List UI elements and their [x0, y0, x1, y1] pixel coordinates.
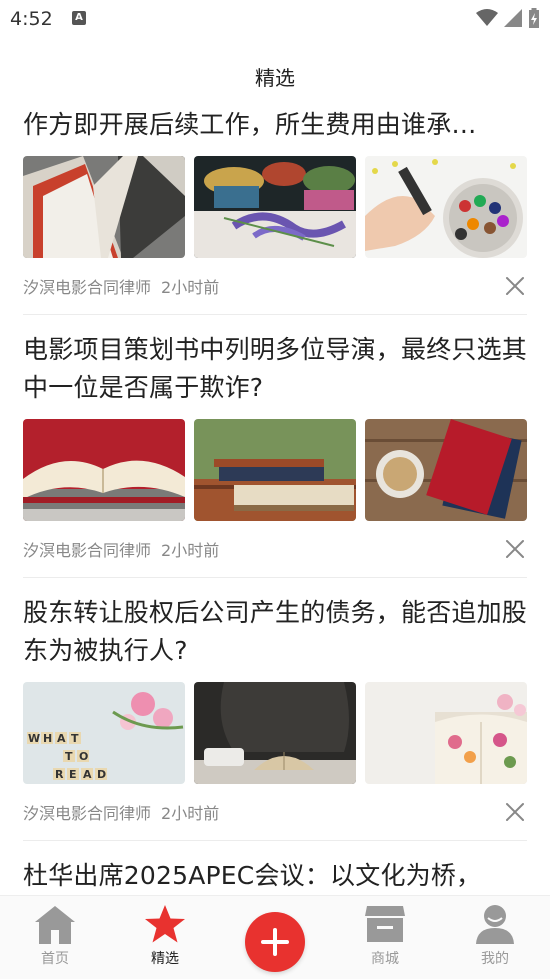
- article-card[interactable]: 杜华出席2025APEC会议：以文化为桥，: [23, 841, 527, 895]
- notebook-coffee-image: [365, 419, 527, 521]
- svg-text:R: R: [55, 768, 64, 781]
- article-time: 2小时前: [161, 804, 220, 823]
- close-icon[interactable]: [503, 537, 527, 561]
- article-author: 汐溟电影合同律师: [23, 278, 152, 297]
- article-card[interactable]: 股东转让股权后公司产生的债务，能否追加股东为被执行人? W H A T T O: [23, 578, 527, 841]
- nav-mine[interactable]: 我的: [440, 896, 550, 979]
- svg-text:T: T: [71, 732, 79, 745]
- nav-mall-label: 商城: [371, 951, 399, 967]
- nav-featured-label: 精选: [151, 951, 179, 967]
- svg-text:D: D: [97, 768, 106, 781]
- signal-icon: [504, 9, 522, 27]
- crayons-hand-image: [365, 156, 527, 258]
- article-title[interactable]: 电影项目策划书中列明多位导演，最终只选其中一位是否属于欺诈?: [23, 315, 527, 407]
- status-time: 4:52: [10, 8, 53, 30]
- floral-book-image: [365, 682, 527, 784]
- plus-icon[interactable]: [245, 912, 305, 972]
- bottom-nav: 首页 精选 商城 我的: [0, 895, 550, 979]
- books-bench-image: [194, 419, 356, 521]
- svg-text:W: W: [28, 732, 40, 745]
- svg-text:E: E: [69, 768, 77, 781]
- svg-text:H: H: [43, 732, 52, 745]
- article-title[interactable]: 股东转让股权后公司产生的债务，能否追加股东为被执行人?: [23, 578, 527, 670]
- what-to-read-tiles-image: W H A T T O R E A D: [23, 682, 185, 784]
- svg-text:A: A: [83, 768, 92, 781]
- svg-text:A: A: [57, 732, 66, 745]
- close-icon[interactable]: [503, 274, 527, 298]
- nav-add[interactable]: [220, 896, 330, 979]
- close-icon[interactable]: [503, 800, 527, 824]
- article-title[interactable]: 作方即开展后续工作，所生费用由谁承…: [23, 100, 527, 144]
- user-icon: [476, 905, 514, 944]
- nav-mine-label: 我的: [481, 951, 509, 967]
- store-icon: [365, 906, 405, 942]
- page-title: 精选: [255, 66, 295, 90]
- article-time: 2小时前: [161, 541, 220, 560]
- open-book-red-image: [23, 419, 185, 521]
- article-title[interactable]: 杜华出席2025APEC会议：以文化为桥，: [23, 841, 527, 895]
- article-author: 汐溟电影合同律师: [23, 804, 152, 823]
- notification-icon: A: [72, 11, 86, 25]
- books-spines-image: [23, 156, 185, 258]
- article-author: 汐溟电影合同律师: [23, 541, 152, 560]
- battery-icon: [529, 8, 539, 28]
- wifi-icon: [476, 9, 498, 26]
- cupcakes-flowers-image: [194, 156, 356, 258]
- svg-text:O: O: [79, 750, 88, 763]
- nav-mall[interactable]: 商城: [330, 896, 440, 979]
- nav-home[interactable]: 首页: [0, 896, 110, 979]
- article-card[interactable]: 电影项目策划书中列明多位导演，最终只选其中一位是否属于欺诈? 汐溟电影合同律师 …: [23, 315, 527, 578]
- svg-text:T: T: [65, 750, 73, 763]
- nav-featured[interactable]: 精选: [110, 896, 220, 979]
- star-icon: [145, 905, 185, 943]
- article-time: 2小时前: [161, 278, 220, 297]
- status-icons: [476, 8, 540, 28]
- article-feed[interactable]: 作方即开展后续工作，所生费用由谁承… 汐溟电影合同律师 2小时前 电影项目策划书…: [0, 100, 550, 895]
- home-icon: [35, 906, 75, 944]
- article-card[interactable]: 作方即开展后续工作，所生费用由谁承… 汐溟电影合同律师 2小时前: [23, 100, 527, 315]
- status-bar: 4:52 A: [0, 0, 550, 38]
- book-teacup-chair-image: [194, 682, 356, 784]
- nav-home-label: 首页: [41, 951, 69, 967]
